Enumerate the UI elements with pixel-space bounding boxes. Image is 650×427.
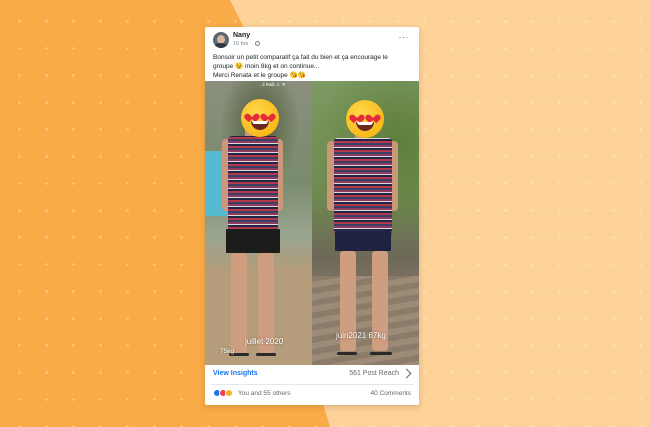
phone-status-bar: ..il Ralli ☺ ᯤ — [260, 82, 286, 87]
heart-eyes-emoji — [346, 100, 384, 138]
left-sandal — [337, 352, 357, 355]
facebook-post-card: Nany 16 hrs · ··· Bonsoir un petit compa… — [205, 27, 419, 405]
haha-icon — [225, 389, 233, 397]
heart-eyes-emoji — [241, 99, 279, 137]
right-sandal — [370, 352, 392, 355]
post-meta: 16 hrs · — [233, 41, 261, 47]
heart-eye-left — [352, 111, 362, 120]
post-caption: Bonsoir un petit comparatif ça fait du b… — [213, 53, 413, 80]
caption-line-1: Bonsoir un petit comparatif ça fait du b… — [213, 54, 388, 61]
post-reach[interactable]: 561 Post Reach — [349, 370, 399, 377]
dot-separator: · — [249, 41, 252, 47]
globe-icon — [255, 41, 261, 47]
comments-count[interactable]: 40 Comments — [371, 390, 411, 397]
photo-label-before: juillet 2020 — [245, 337, 284, 346]
right-sandal — [256, 353, 276, 356]
post-footer: View Insights 561 Post Reach You and 55 … — [205, 365, 419, 405]
avatar[interactable] — [213, 32, 229, 48]
stone-wall — [312, 276, 419, 365]
chevron-right-icon[interactable] — [401, 368, 412, 379]
emoji-mouth — [251, 121, 269, 130]
emoji-mouth — [356, 122, 374, 131]
swim-top — [334, 138, 392, 235]
photo-label-after: juin2021 67kg — [336, 331, 386, 340]
caption-line-3: Merci Renata et le groupe 😘😘 — [213, 72, 306, 79]
footer-divider — [211, 384, 413, 385]
heart-eye-right — [263, 110, 273, 119]
post-timestamp[interactable]: 16 hrs — [233, 41, 248, 47]
post-photo[interactable]: ..il Ralli ☺ ᯤ juillet 2020 75kg juin202… — [205, 81, 419, 365]
swim-top — [228, 136, 278, 231]
photo-weight-before: 75kg — [220, 348, 235, 355]
more-options-icon[interactable]: ··· — [399, 33, 410, 42]
reactions-count[interactable]: You and 55 others — [238, 390, 291, 397]
shorts — [226, 229, 280, 253]
caption-line-2: groupe 😉 moin 8kg et on continue... — [213, 63, 320, 70]
photo-after-panel: juin2021 67kg — [312, 81, 419, 365]
photo-before-panel: ..il Ralli ☺ ᯤ juillet 2020 75kg — [205, 81, 312, 365]
heart-eye-right — [368, 111, 378, 120]
reaction-icons[interactable] — [213, 389, 237, 397]
shorts — [335, 231, 391, 251]
post-author[interactable]: Nany — [233, 32, 250, 39]
post-header: Nany 16 hrs · ··· — [205, 27, 419, 53]
view-insights-link[interactable]: View Insights — [213, 370, 258, 377]
avatar-shirt — [214, 43, 228, 48]
heart-eye-left — [247, 110, 257, 119]
